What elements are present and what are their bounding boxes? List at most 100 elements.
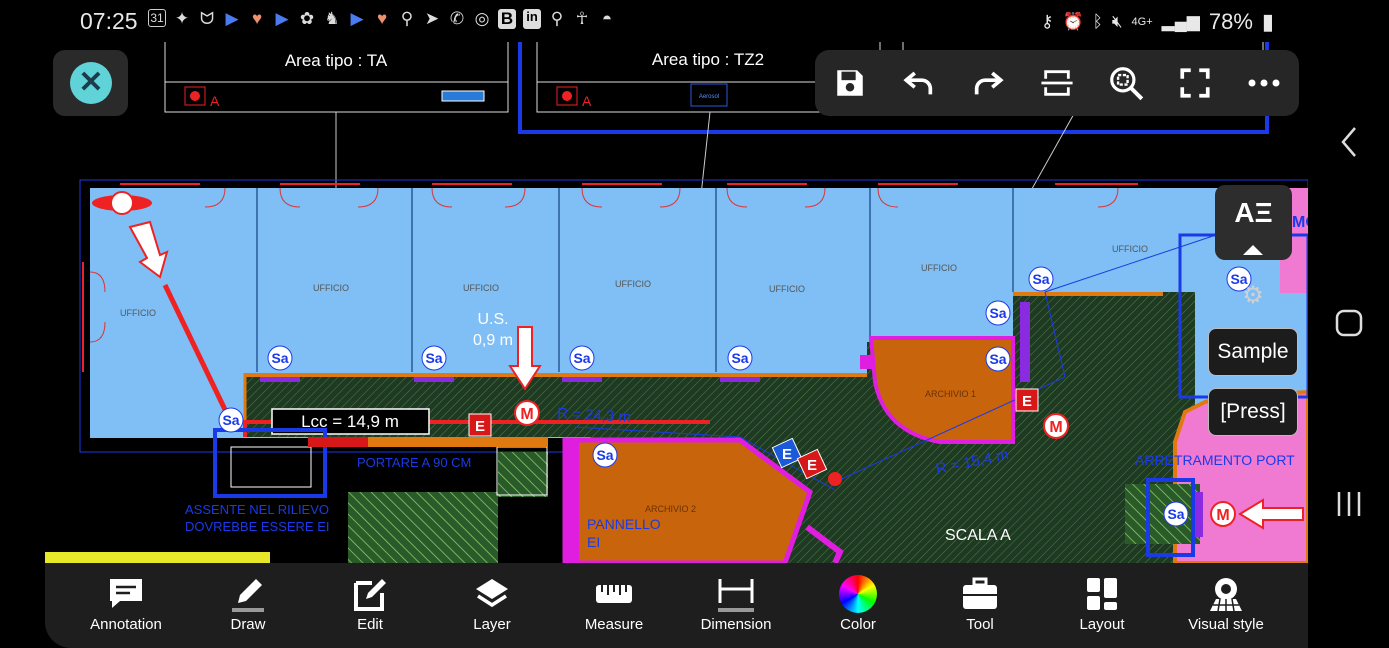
redo-button[interactable]	[960, 58, 1016, 108]
arc-icon: ◓	[601, 9, 613, 28]
bird-icon: ✦	[174, 9, 190, 28]
pannello-line1: PANNELLO	[587, 516, 661, 532]
annotation-button[interactable]: Annotation	[66, 563, 186, 648]
bottom-toolbar: Annotation Draw Edit Layer Measure Dimen…	[45, 563, 1308, 648]
zoom-extents-icon	[1110, 67, 1144, 101]
recents-button[interactable]	[1325, 480, 1373, 528]
pannello-line2: EI	[587, 534, 600, 550]
fullscreen-button[interactable]	[1167, 58, 1223, 108]
notification-icons: 31 ✦ ᗢ ▶ ♥ ▶ ✿ ♞ ▶ ♥ ⚲ ➤ ✆ ◎ B in ⚲ ☥ ◓	[148, 9, 616, 29]
color-label: Color	[840, 616, 876, 633]
room-label: UFFICIO	[769, 284, 805, 294]
arretramento-label: ARRETRAMENTO PORT	[1135, 452, 1295, 468]
phone-icon: ✆	[449, 9, 465, 28]
edit-label: Edit	[357, 616, 383, 633]
top-toolbar	[815, 50, 1299, 116]
visual-style-button[interactable]: Visual style	[1166, 563, 1286, 648]
sample-button[interactable]: Sample	[1208, 328, 1298, 376]
save-icon	[836, 70, 863, 96]
legend-mid-box-text: Aerosol	[699, 94, 719, 100]
scala-label: SCALA A	[945, 527, 1011, 544]
annotation-label: Annotation	[90, 616, 162, 633]
legend-mid-marker: A	[582, 93, 592, 109]
home-icon	[1335, 309, 1363, 337]
fullscreen-icon	[1180, 68, 1210, 98]
status-time: 07:25	[80, 8, 138, 34]
layer-button[interactable]: Layer	[432, 563, 552, 648]
drawing-canvas[interactable]: Area tipo : TA A Area tipo : TZ2 A Aeros…	[45, 42, 1308, 563]
accessibility-icon: ☥	[575, 9, 589, 28]
draw-button[interactable]: Draw	[188, 563, 308, 648]
battery-icon: ▮	[1261, 9, 1274, 34]
room-label: UFFICIO	[313, 283, 349, 293]
network-type: 4G+	[1131, 16, 1153, 28]
telegram-icon: ➤	[424, 9, 440, 28]
location-icon: ⚲	[400, 9, 414, 28]
portare-label: PORTARE A 90 CM	[357, 455, 471, 470]
svg-text:M: M	[1216, 507, 1229, 524]
location-icon: ⚲	[550, 9, 564, 28]
key-icon: ⚷	[1040, 12, 1054, 31]
svg-text:E: E	[1022, 393, 1032, 410]
ruler-icon	[596, 585, 632, 603]
svg-text:Sa: Sa	[222, 412, 239, 428]
measure-button[interactable]: Measure	[554, 563, 674, 648]
battery-percent: 78%	[1208, 9, 1253, 34]
room-label: UFFICIO	[463, 283, 499, 293]
section-button[interactable]	[1029, 58, 1085, 108]
svg-text:Sa: Sa	[573, 350, 590, 366]
assente-line1: ASSENTE NEL RILIEVO	[185, 502, 329, 517]
redo-icon	[974, 71, 1004, 95]
cat-icon: ᗢ	[199, 9, 215, 28]
b-icon: B	[498, 9, 516, 29]
pencil-icon	[232, 579, 264, 612]
room-label: UFFICIO	[615, 279, 651, 289]
save-button[interactable]	[822, 58, 878, 108]
layout-icon	[1087, 578, 1117, 610]
back-icon	[1341, 127, 1356, 157]
archive1-label: ARCHIVIO 1	[925, 389, 976, 399]
run-icon: ◎	[474, 9, 490, 28]
annotation-icon	[110, 579, 142, 608]
heart-icon: ♥	[251, 9, 263, 28]
tool-label: Tool	[966, 616, 994, 633]
flower-icon: ✿	[299, 9, 315, 28]
play-icon: ▶	[275, 9, 289, 28]
legend-mid-title: Area tipo : TZ2	[652, 50, 764, 69]
mute-icon: 🔇︎	[1111, 12, 1123, 31]
zoom-extents-button[interactable]	[1098, 58, 1154, 108]
color-button[interactable]: Color	[798, 563, 918, 648]
text-style-button[interactable]: AΞ	[1215, 185, 1292, 260]
svg-text:Sa: Sa	[731, 350, 748, 366]
svg-text:Sa: Sa	[989, 351, 1006, 367]
us-value: 0,9 m	[473, 332, 513, 349]
press-button[interactable]: [Press]	[1208, 388, 1298, 436]
svg-text:M: M	[520, 406, 533, 423]
person-icon: ♞	[324, 9, 340, 28]
legend-left-title: Area tipo : TA	[285, 51, 388, 70]
svg-text:E: E	[782, 446, 792, 463]
mo-label: MO	[1292, 214, 1308, 231]
edit-button[interactable]: Edit	[310, 563, 430, 648]
svg-text:M: M	[1049, 419, 1062, 436]
layer-label: Layer	[473, 616, 511, 633]
home-button[interactable]	[1325, 299, 1373, 347]
layout-button[interactable]: Layout	[1042, 563, 1162, 648]
close-button[interactable]: ✕	[53, 50, 128, 116]
layout-label: Layout	[1079, 616, 1125, 633]
tool-button[interactable]: Tool	[920, 563, 1040, 648]
undo-button[interactable]	[891, 58, 947, 108]
gear-icon[interactable]: ⚙	[1239, 282, 1267, 310]
toolbox-icon	[963, 577, 997, 609]
alarm-icon: ⏰	[1062, 12, 1084, 31]
legend-left-marker: A	[210, 93, 220, 109]
calendar-icon: 31	[148, 9, 166, 27]
room-label: UFFICIO	[120, 308, 156, 318]
svg-text:Sa: Sa	[271, 350, 288, 366]
svg-text:Sa: Sa	[596, 447, 613, 463]
more-button[interactable]	[1236, 58, 1292, 108]
svg-text:Sa: Sa	[425, 350, 442, 366]
dimension-button[interactable]: Dimension	[676, 563, 796, 648]
back-button[interactable]	[1325, 118, 1373, 166]
undo-icon	[903, 71, 932, 95]
